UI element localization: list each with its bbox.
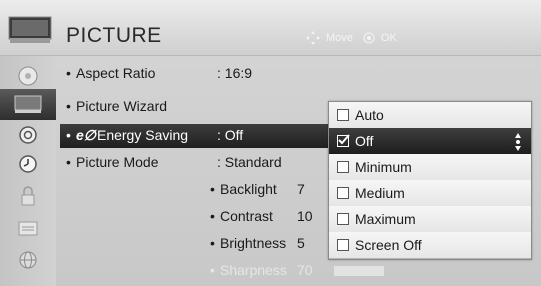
option-maximum[interactable]: Maximum xyxy=(329,206,531,233)
option-box-icon xyxy=(18,221,38,235)
option-minimum[interactable]: Minimum xyxy=(329,154,531,181)
scroll-arrows-icon[interactable] xyxy=(515,133,521,151)
option-auto[interactable]: Auto xyxy=(329,102,531,129)
disc-icon xyxy=(18,66,38,85)
sub-value: 7 xyxy=(297,181,305,197)
menu-header: PICTURE Move OK xyxy=(0,0,541,56)
option-screen-off[interactable]: Screen Off xyxy=(329,232,531,259)
sub-label: Backlight xyxy=(220,181,277,197)
sidebar-item-network[interactable] xyxy=(0,244,56,275)
speaker-icon xyxy=(19,125,37,144)
sub-value: 70 xyxy=(297,262,313,278)
checkbox-icon xyxy=(337,187,349,199)
menu-row-value: : 16:9 xyxy=(217,65,253,81)
page-title: PICTURE xyxy=(66,24,162,47)
bullet: • xyxy=(66,98,71,114)
ok-hint-label: OK xyxy=(380,32,397,44)
bullet: • xyxy=(66,127,71,143)
tv-picture-icon xyxy=(14,95,42,113)
sub-value: 5 xyxy=(297,235,305,251)
option-medium[interactable]: Medium xyxy=(329,180,531,207)
energy-saving-icon: e∅ xyxy=(76,127,96,143)
move-hint-label: Move xyxy=(326,32,353,44)
sidebar-item-lock[interactable] xyxy=(0,180,56,211)
menu-row-label: Picture Wizard xyxy=(76,98,168,114)
checkbox-icon xyxy=(337,161,349,173)
bullet: • xyxy=(66,154,71,170)
checkbox-checked-icon xyxy=(337,134,350,147)
navigation-hints: Move OK xyxy=(306,31,407,45)
energy-saving-dropdown: Auto Off Minimum Medium Maximum Screen O… xyxy=(328,101,532,260)
menu-row-value: : Standard xyxy=(217,154,282,170)
sub-value: 10 xyxy=(297,208,313,224)
ok-hint: OK xyxy=(363,32,397,44)
sidebar-item-option[interactable] xyxy=(0,212,56,243)
bullet: • xyxy=(210,235,215,251)
menu-row-label: Aspect Ratio xyxy=(76,65,156,81)
sub-label: Sharpness xyxy=(220,262,287,278)
menu-row-label: e∅Energy Saving xyxy=(76,127,188,144)
tv-menu-window: PICTURE Move OK • Aspect Ratio: 16:9 • … xyxy=(0,0,541,286)
network-globe-icon xyxy=(19,251,37,268)
option-label: Minimum xyxy=(355,159,412,175)
bullet: • xyxy=(210,262,215,278)
clock-icon xyxy=(19,154,37,173)
energy-saving-label: Energy Saving xyxy=(96,127,189,143)
sidebar-item-media[interactable] xyxy=(0,60,56,91)
sharpness-level-bar xyxy=(334,266,384,276)
checkbox-icon xyxy=(337,239,349,251)
tv-picture-icon xyxy=(8,16,52,43)
checkbox-icon xyxy=(337,213,349,225)
menu-row-value: : Off xyxy=(217,127,244,143)
sidebar-item-time[interactable] xyxy=(0,148,56,179)
option-label: Medium xyxy=(355,185,405,201)
sidebar-item-audio[interactable] xyxy=(0,119,56,150)
move-arrows-icon xyxy=(306,31,320,45)
bullet: • xyxy=(210,181,215,197)
bullet: • xyxy=(210,208,215,224)
menu-row-aspect-ratio[interactable]: • Aspect Ratio : 16:9 xyxy=(60,62,500,86)
sub-label: Brightness xyxy=(220,235,287,251)
move-hint: Move xyxy=(306,31,353,45)
option-label: Maximum xyxy=(355,211,416,227)
option-label: Auto xyxy=(355,107,384,123)
checkbox-icon xyxy=(337,109,349,121)
sidebar-item-picture[interactable] xyxy=(0,89,56,120)
sub-label: Contrast xyxy=(220,208,273,224)
option-label: Off xyxy=(355,133,374,149)
lock-icon xyxy=(21,185,35,205)
option-label: Screen Off xyxy=(355,237,422,253)
menu-row-label: Picture Mode xyxy=(76,154,159,170)
category-sidebar xyxy=(0,56,56,286)
ok-circle-icon xyxy=(363,32,375,44)
bullet: • xyxy=(66,65,71,81)
option-off[interactable]: Off xyxy=(329,128,531,155)
